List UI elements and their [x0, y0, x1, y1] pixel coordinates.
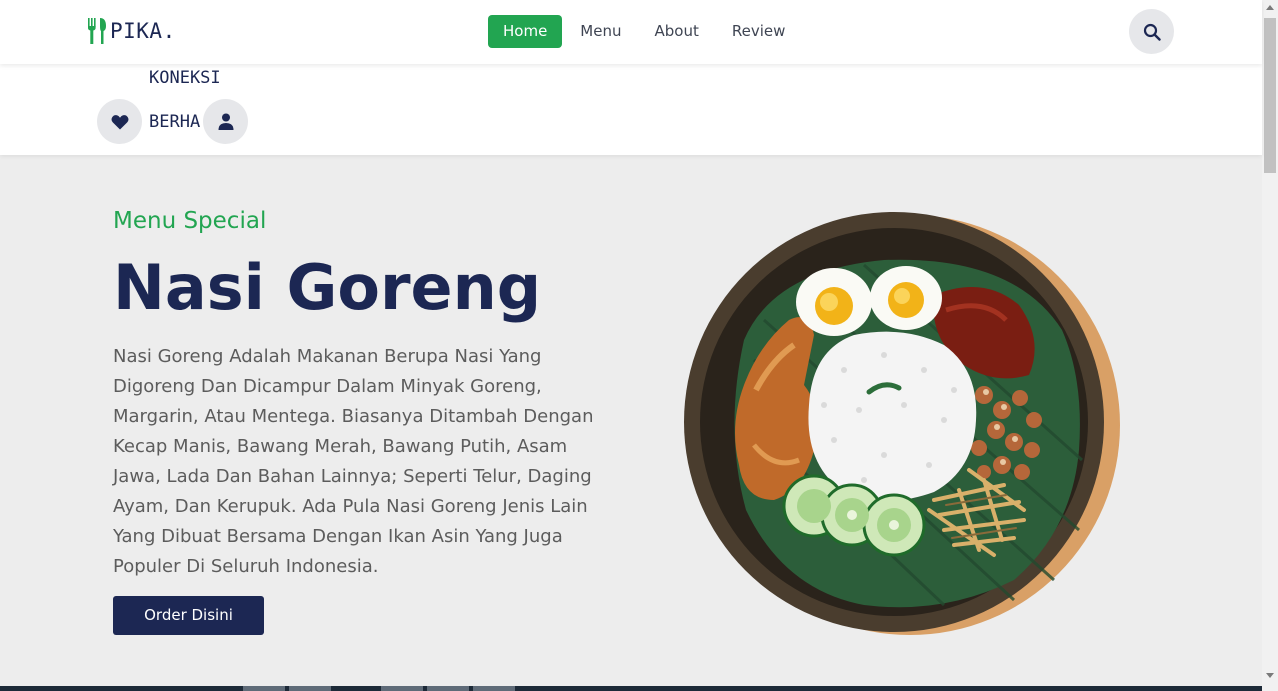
taskbar-item[interactable]: [427, 686, 469, 691]
search-icon: [1143, 23, 1161, 41]
connection-status-text-2: BERHA: [149, 112, 201, 132]
scroll-up-arrow-icon[interactable]: [1266, 5, 1274, 10]
brand-name: PIKA.: [110, 19, 176, 43]
nasi-goreng-illustration: [684, 212, 1120, 635]
taskbar-item[interactable]: [243, 686, 285, 691]
taskbar-item[interactable]: [381, 686, 423, 691]
taskbar-item[interactable]: [289, 686, 331, 691]
search-button[interactable]: [1129, 9, 1174, 54]
top-navbar: PIKA. Home Menu About Review: [0, 0, 1262, 64]
hero-title: Nasi Goreng: [113, 251, 542, 324]
user-icon: [218, 113, 233, 130]
scroll-down-arrow-icon[interactable]: [1266, 673, 1274, 678]
scroll-thumb[interactable]: [1264, 18, 1276, 173]
page-scrollbar[interactable]: [1262, 0, 1278, 691]
heart-icon: [111, 114, 128, 129]
nav-home[interactable]: Home: [488, 15, 563, 48]
nav-menu[interactable]: Menu: [565, 15, 636, 48]
navbar-extras: KONEKSI BERHA: [0, 64, 1262, 155]
connection-status-text: KONEKSI: [149, 68, 221, 88]
nav-about[interactable]: About: [639, 15, 713, 48]
os-taskbar: [0, 686, 1262, 691]
main-nav: Home Menu About Review: [488, 15, 803, 48]
order-button[interactable]: Order Disini: [113, 596, 264, 635]
nav-review[interactable]: Review: [717, 15, 801, 48]
favorite-button[interactable]: [97, 99, 142, 144]
hero-description: Nasi Goreng Adalah Makanan Berupa Nasi Y…: [113, 346, 594, 577]
taskbar-item[interactable]: [473, 686, 515, 691]
fork-spoon-icon: [88, 18, 106, 44]
hero-label: Menu Special: [113, 208, 267, 234]
brand-logo[interactable]: PIKA.: [86, 16, 176, 46]
account-button[interactable]: [203, 99, 248, 144]
